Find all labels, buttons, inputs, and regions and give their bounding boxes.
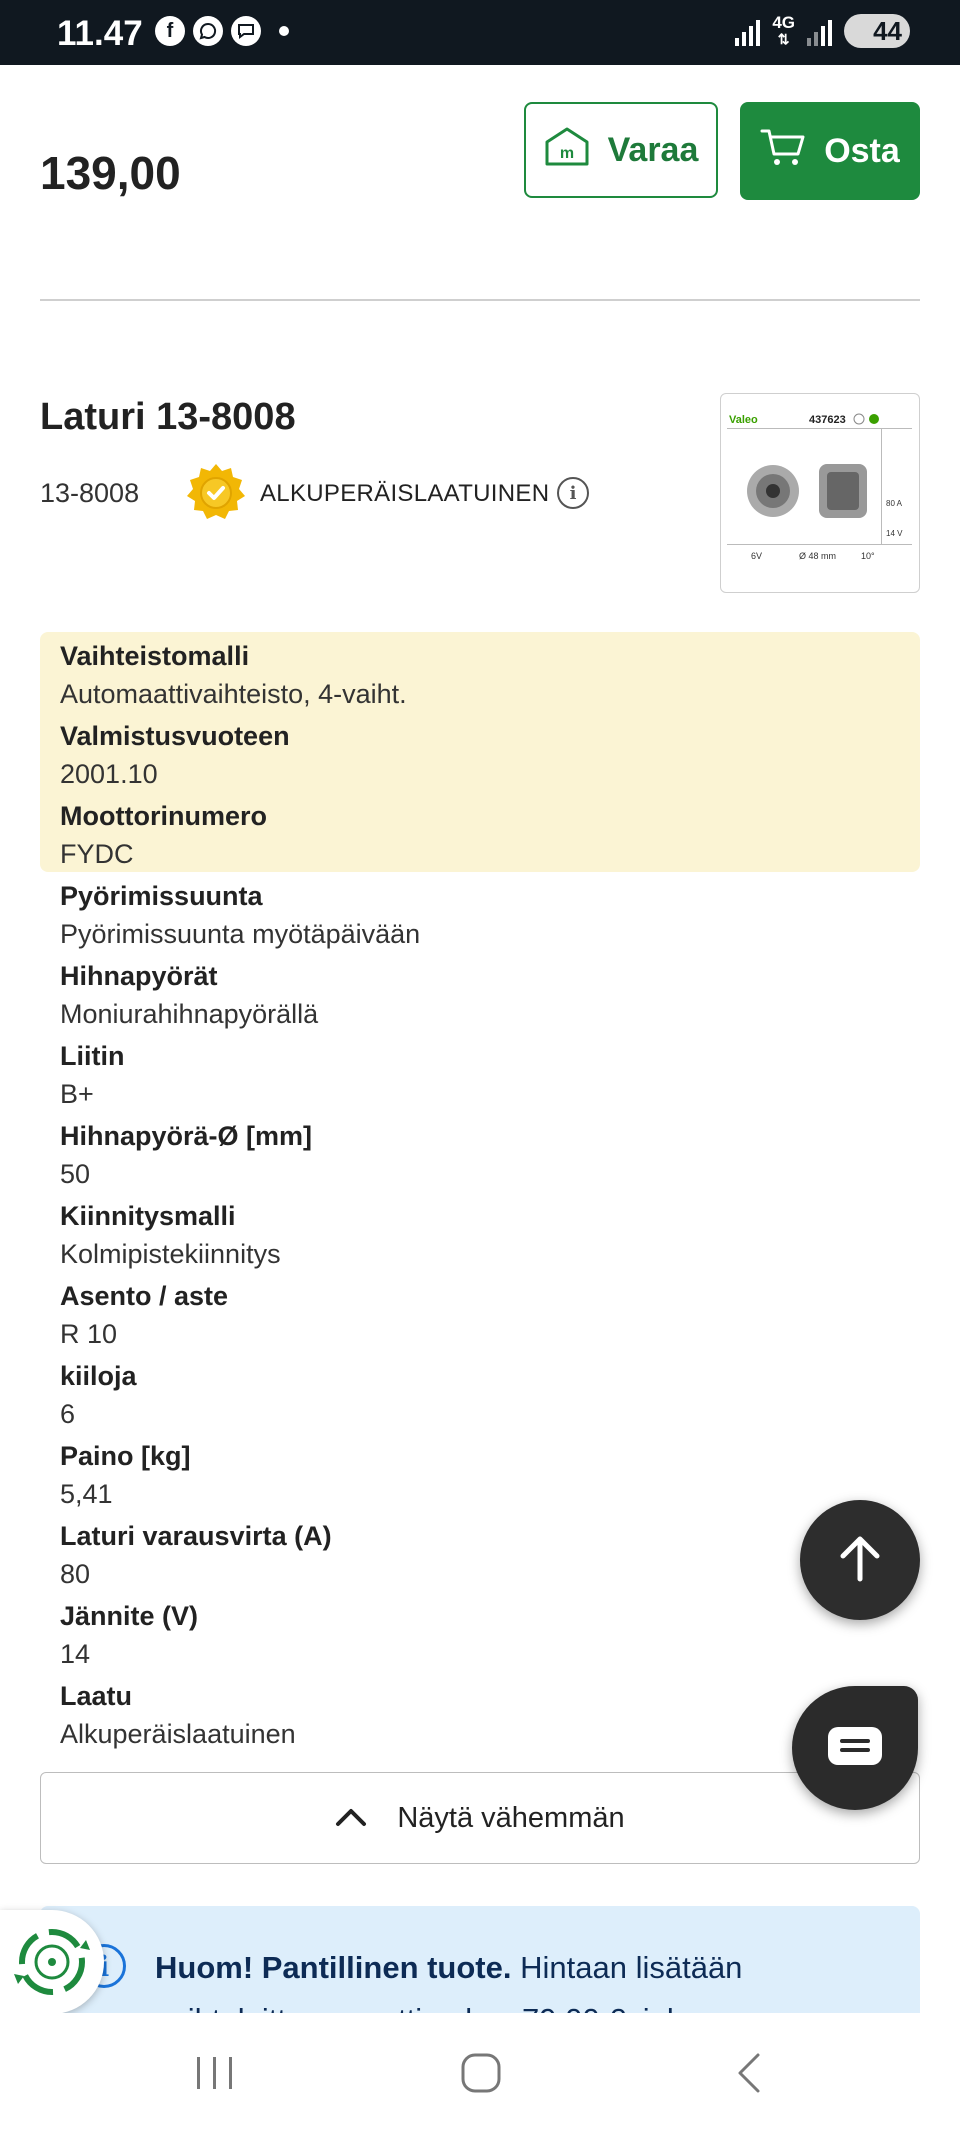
spec-label: Paino [kg]: [60, 1441, 191, 1471]
spec-row: Jännite (V) 14: [40, 1592, 920, 1672]
spec-row: Laturi varausvirta (A) 80: [40, 1512, 920, 1592]
product-code: 13-8008: [40, 478, 140, 508]
spec-value: 14: [60, 1639, 91, 1669]
spec-label: Valmistusvuoteen: [60, 721, 290, 751]
recent-apps-button[interactable]: [155, 2013, 275, 2133]
spec-label: Pyörimissuunta: [60, 881, 263, 911]
chat-button[interactable]: [792, 1686, 918, 1810]
facebook-icon: f: [155, 16, 185, 46]
quality-badge-icon: [185, 462, 247, 524]
show-less-label: Näytä vähemmän: [397, 1801, 625, 1834]
spec-label: Vaihteistomalli: [60, 641, 250, 671]
spec-label: kiiloja: [60, 1361, 137, 1391]
buy-label: Osta: [824, 131, 900, 170]
spec-row: Hihnapyörä-Ø [mm] 50: [40, 1112, 920, 1192]
deposit-notice: i Huom! Pantillinen tuote. Hintaan lisät…: [40, 1906, 920, 2014]
spec-value: Kolmipistekiinnitys: [60, 1239, 281, 1269]
back-icon: [738, 2053, 760, 2093]
spec-value: Alkuperäislaatuinen: [60, 1719, 296, 1749]
status-bar: 11.47 f 4G ⇅ 44: [0, 0, 960, 65]
thumb-angle: 10°: [861, 551, 875, 561]
spec-value: 6: [60, 1399, 76, 1429]
spec-row: kiiloja 6: [40, 1352, 920, 1432]
spec-value: 80: [60, 1559, 91, 1589]
thumb-current: 80 A: [886, 499, 903, 508]
spec-label: Jännite (V): [60, 1601, 199, 1631]
spec-value: Pyörimissuunta myötäpäivään: [60, 919, 421, 949]
store-icon: m: [544, 125, 590, 176]
spec-row: Pyörimissuunta Pyörimissuunta myötäpäivää…: [40, 872, 920, 952]
spec-list: Vaihteistomalli Automaattivaihteisto, 4-v…: [40, 632, 920, 1752]
spec-label: Asento / aste: [60, 1281, 229, 1311]
spec-value: R 10: [60, 1319, 118, 1349]
spec-row: Kiinnitysmalli Kolmipistekiinnitys: [40, 1192, 920, 1272]
spec-row: Laatu Alkuperäislaatuinen: [40, 1672, 920, 1752]
recent-apps-icon: [197, 2057, 232, 2089]
spec-row: Hihnapyörät Moniurahihnapyörällä: [40, 952, 920, 1032]
spec-row: Moottorinumero FYDC: [40, 792, 920, 872]
spec-row: Vaihteistomalli Automaattivaihteisto, 4-v…: [40, 632, 920, 712]
product-title: Laturi 13-8008: [40, 396, 296, 438]
whatsapp-icon: [193, 16, 223, 46]
spec-label: Laatu: [60, 1681, 133, 1711]
spec-value: 50: [60, 1159, 91, 1189]
cart-icon: [760, 126, 806, 177]
status-system-icons: 4G ⇅ 44: [735, 14, 910, 48]
spec-row: Paino [kg] 5,41: [40, 1432, 920, 1512]
thumb-voltage: 14 V: [886, 529, 903, 538]
status-notification-icons: f: [155, 16, 289, 46]
product-image[interactable]: Valeo 437623 80 A 14 V 6V Ø 48 mm 10°: [720, 393, 920, 593]
show-less-button[interactable]: Näytä vähemmän: [40, 1772, 920, 1864]
spec-label: Moottorinumero: [60, 801, 267, 831]
spec-value: B+: [60, 1079, 94, 1109]
arrow-up-icon: [837, 1533, 883, 1588]
notice-bold: Huom! Pantillinen tuote.: [155, 1950, 512, 1985]
network-type: 4G ⇅: [772, 13, 795, 47]
back-button[interactable]: [690, 2013, 810, 2133]
thumb-brand: Valeo: [729, 414, 758, 426]
thumb-connector: 6V: [751, 551, 762, 561]
svg-text:m: m: [559, 145, 573, 162]
quality-label: ALKUPERÄISLAATUINEN: [260, 480, 550, 507]
chat-icon: [825, 1724, 885, 1773]
spec-row: Asento / aste R 10: [40, 1272, 920, 1352]
thumb-diameter: Ø 48 mm: [799, 551, 836, 561]
buy-button[interactable]: Osta: [740, 102, 920, 200]
reserve-label: Varaa: [607, 130, 699, 169]
status-time: 11.47: [57, 14, 143, 53]
scroll-to-top-button[interactable]: [800, 1500, 920, 1620]
signal-icon-2: [807, 16, 832, 46]
notice-text: Huom! Pantillinen tuote. Hintaan lisätää…: [155, 1950, 742, 1986]
notification-dot-icon: [279, 26, 289, 36]
spec-value: 5,41: [60, 1479, 113, 1509]
spec-label: Hihnapyörät: [60, 961, 218, 991]
battery-level: 44: [873, 15, 902, 46]
system-nav-bar: [0, 2013, 960, 2133]
spec-label: Laturi varausvirta (A): [60, 1521, 332, 1551]
spec-value: Moniurahihnapyörällä: [60, 999, 319, 1029]
spec-value: Automaattivaihteisto, 4-vaiht.: [60, 679, 407, 709]
spec-row: Liitin B+: [40, 1032, 920, 1112]
home-icon: [461, 2053, 501, 2093]
product-price: 139,00: [40, 147, 181, 199]
info-icon[interactable]: i: [557, 477, 589, 509]
spec-label: Hihnapyörä-Ø [mm]: [60, 1121, 313, 1151]
battery-icon: 44: [844, 14, 910, 48]
messenger-icon: [231, 16, 261, 46]
spec-label: Kiinnitysmalli: [60, 1201, 236, 1231]
spec-label: Liitin: [60, 1041, 125, 1071]
eco-widget[interactable]: [0, 1910, 104, 2014]
thumb-part-number: 437623: [809, 414, 846, 426]
chevron-up-icon: [335, 1802, 367, 1835]
recycle-wheel-icon: [14, 1929, 90, 1995]
spec-value: 2001.10: [60, 759, 158, 789]
reserve-button[interactable]: m Varaa: [524, 102, 718, 198]
notice-body: Hintaan lisätään: [511, 1950, 743, 1985]
home-button[interactable]: [421, 2013, 541, 2133]
spec-value: FYDC: [60, 839, 134, 869]
divider: [40, 299, 920, 301]
signal-icon: [735, 16, 761, 46]
spec-row: Valmistusvuoteen 2001.10: [40, 712, 920, 792]
